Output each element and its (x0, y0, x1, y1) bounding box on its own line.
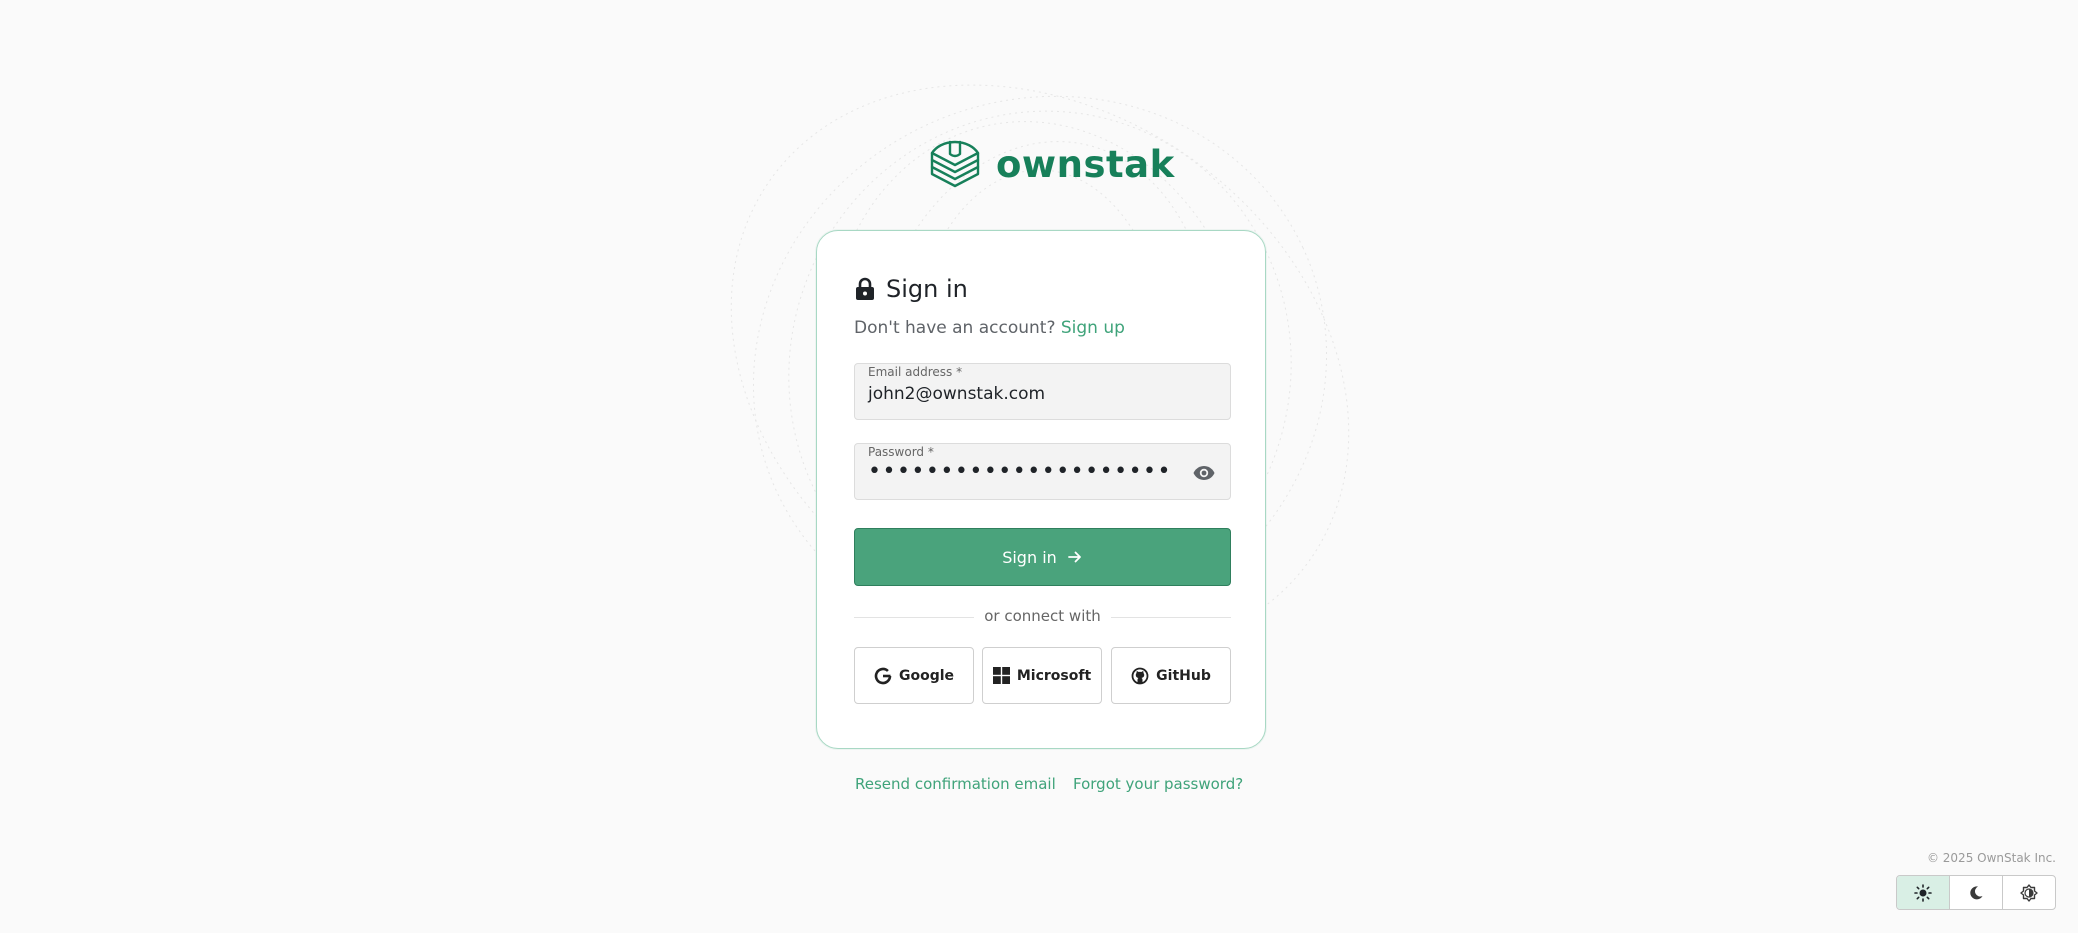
forgot-password-link[interactable]: Forgot your password? (1073, 775, 1243, 793)
page-title: Sign in (886, 275, 968, 303)
copyright-text: © 2025 OwnStak Inc. (1926, 851, 2056, 865)
arrow-right-icon (1067, 551, 1081, 563)
theme-light-button[interactable] (1897, 876, 1950, 909)
sun-icon (1914, 883, 1932, 902)
brand-logo[interactable]: ownstak (928, 136, 1175, 192)
signup-prompt-text: Don't have an account? (854, 318, 1056, 338)
email-field[interactable]: Email address * john2@ownstak.com (854, 363, 1231, 420)
theme-switcher (1896, 875, 2056, 910)
signin-card: Sign in Don't have an account? Sign up E… (816, 230, 1266, 749)
google-label: Google (898, 667, 955, 684)
eye-icon[interactable] (1192, 461, 1216, 485)
microsoft-icon (992, 667, 1010, 684)
lock-icon (856, 277, 874, 300)
signin-header: Sign in (854, 275, 968, 303)
signin-button-label: Sign in (1002, 547, 1057, 567)
password-field[interactable]: Password * ••••••••••••••••••••• (854, 443, 1231, 500)
login-page: ownstak Sign in Don't have an account? S… (0, 0, 2078, 933)
password-label: Password * (868, 445, 934, 459)
signup-prompt: Don't have an account? Sign up (854, 318, 1125, 338)
github-label: GitHub (1156, 667, 1211, 684)
github-signin-button[interactable]: GitHub (1111, 647, 1231, 704)
theme-auto-button[interactable] (2003, 876, 2055, 909)
moon-icon (1970, 885, 1983, 899)
social-divider: or connect with (854, 607, 1231, 627)
divider-line-right (1111, 617, 1231, 618)
google-signin-button[interactable]: Google (854, 647, 974, 704)
divider-text: or connect with (984, 607, 1101, 625)
ownstak-logo-icon (930, 140, 980, 188)
auto-brightness-icon (2020, 883, 2038, 902)
brand-name: ownstak (996, 142, 1175, 186)
signup-link[interactable]: Sign up (1061, 318, 1125, 338)
microsoft-label: Microsoft (1016, 667, 1092, 684)
google-icon (874, 667, 892, 684)
signin-button[interactable]: Sign in (854, 528, 1231, 586)
github-icon (1131, 667, 1149, 684)
email-label: Email address * (868, 365, 963, 379)
microsoft-signin-button[interactable]: Microsoft (982, 647, 1102, 704)
password-input[interactable]: ••••••••••••••••••••• (868, 459, 1172, 484)
resend-confirmation-link[interactable]: Resend confirmation email (855, 775, 1056, 793)
theme-dark-button[interactable] (1950, 876, 2003, 909)
email-input[interactable]: john2@ownstak.com (868, 384, 1045, 404)
